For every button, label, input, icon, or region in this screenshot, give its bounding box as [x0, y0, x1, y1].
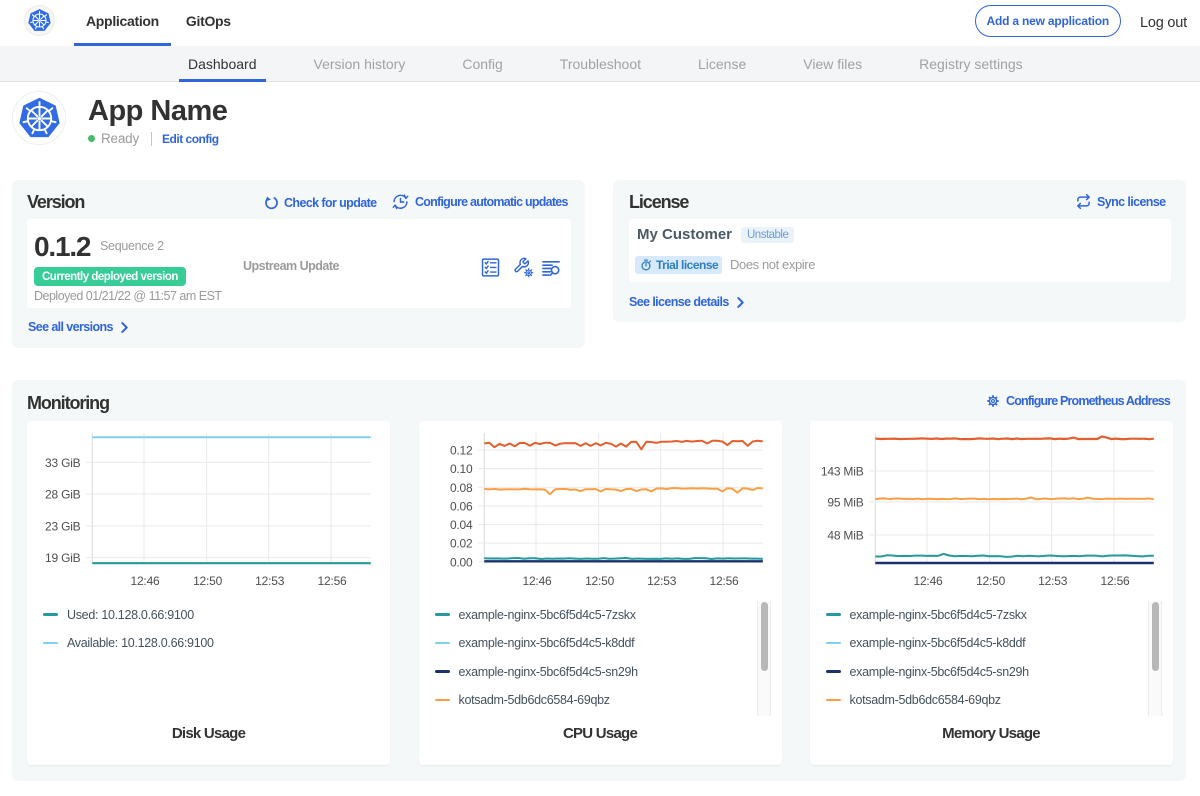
svg-text:0.04: 0.04	[449, 518, 472, 532]
svg-text:12:46: 12:46	[522, 574, 552, 588]
svg-text:0.02: 0.02	[449, 537, 472, 551]
svg-text:12:53: 12:53	[1038, 574, 1068, 588]
svg-text:12:56: 12:56	[709, 574, 739, 588]
svg-text:0.06: 0.06	[449, 499, 472, 513]
svg-text:12:53: 12:53	[255, 574, 285, 588]
svg-text:12:46: 12:46	[913, 574, 943, 588]
svg-text:143 MiB: 143 MiB	[820, 465, 863, 479]
svg-text:0.12: 0.12	[449, 444, 472, 458]
svg-text:12:50: 12:50	[976, 574, 1006, 588]
svg-text:12:50: 12:50	[585, 574, 615, 588]
svg-text:28 GiB: 28 GiB	[45, 488, 81, 502]
svg-text:33 GiB: 33 GiB	[45, 456, 81, 470]
svg-text:95 MiB: 95 MiB	[827, 496, 863, 510]
svg-text:0.00: 0.00	[449, 555, 472, 569]
svg-text:12:50: 12:50	[193, 574, 223, 588]
svg-text:0.08: 0.08	[449, 481, 472, 495]
svg-text:19 GiB: 19 GiB	[45, 551, 81, 565]
svg-text:12:56: 12:56	[317, 574, 347, 588]
svg-text:12:56: 12:56	[1100, 574, 1130, 588]
svg-text:23 GiB: 23 GiB	[45, 519, 81, 533]
svg-text:12:46: 12:46	[130, 574, 160, 588]
svg-text:12:53: 12:53	[647, 574, 677, 588]
svg-text:48 MiB: 48 MiB	[827, 529, 863, 543]
svg-text:0.10: 0.10	[449, 462, 472, 476]
